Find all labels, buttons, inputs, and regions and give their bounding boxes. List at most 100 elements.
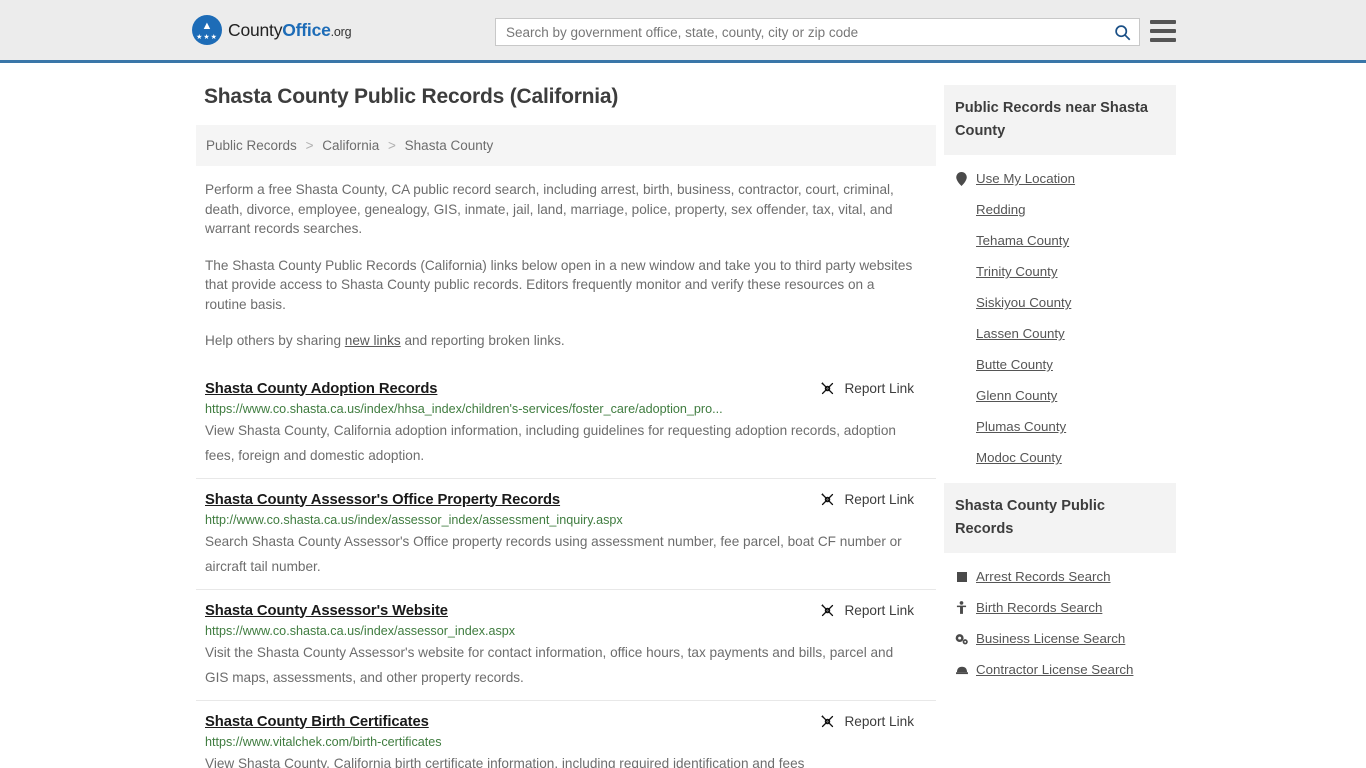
nearby-records-card: Public Records near Shasta County Use My… [944,85,1176,473]
breadcrumb-separator: > [388,138,396,153]
baby-icon [956,601,967,614]
records-link[interactable]: Arrest Records Search [976,569,1111,584]
nearby-link[interactable]: Modoc County [976,450,1062,465]
records-link[interactable]: Birth Records Search [976,600,1102,615]
nearby-link[interactable]: Use My Location [976,171,1075,186]
nearby-list-item: Glenn County [944,380,1176,411]
result-description: Visit the Shasta County Assessor's websi… [205,644,894,685]
nearby-list-item: Siskiyou County [944,287,1176,318]
nearby-list-item: Tehama County [944,225,1176,256]
county-records-heading: Shasta County Public Records [944,483,1176,553]
broken-link-icon [821,381,834,394]
brand-highlight: Office [282,19,331,40]
brand-prefix: County [228,19,283,40]
result-title-link[interactable]: Shasta County Birth Certificates [205,714,429,730]
nearby-list-item: Use My Location [944,163,1176,194]
result-title-link[interactable]: Shasta County Adoption Records [205,381,438,397]
broken-link-icon [821,603,834,616]
result-url: http://www.co.shasta.ca.us/index/assesso… [205,512,623,527]
records-list-item: Business License Search [944,623,1176,654]
broken-link-icon [821,714,834,727]
nearby-link[interactable]: Plumas County [976,419,1066,434]
result-header: Shasta County Adoption Records Report Lin… [205,381,936,397]
result-item: Shasta County Adoption Records Report Lin… [196,368,936,478]
broken-link-icon [821,492,834,505]
records-list-item: Birth Records Search [944,592,1176,623]
nearby-records-heading: Public Records near Shasta County [944,85,1176,155]
county-records-card: Shasta County Public Records Arrest Reco… [944,483,1176,685]
county-records-list: Arrest Records Search Birth Records Searc… [944,553,1176,685]
hamburger-menu-button[interactable] [1150,20,1176,42]
nearby-records-list: Use My Location Redding Tehama County Trini… [944,155,1176,473]
hard-hat-icon [955,666,968,675]
breadcrumb-item-public-records[interactable]: Public Records [206,138,297,153]
records-list-item: Contractor License Search [944,654,1176,685]
eagle-shield-logo-icon: ▲ ★★★ [192,15,222,45]
result-description: View Shasta County, California adoption … [205,422,896,463]
intro-paragraph-1: Perform a free Shasta County, CA public … [205,182,894,236]
result-header: Shasta County Assessor's Website Report L… [205,603,936,619]
sidebar: Public Records near Shasta County Use My… [944,85,1176,768]
breadcrumb-separator: > [305,138,314,153]
records-link[interactable]: Contractor License Search [976,662,1133,677]
hamburger-menu-icon [1150,20,1176,24]
result-header: Shasta County Birth Certificates Report L… [205,714,936,730]
intro-paragraph-2: The Shasta County Public Records (Califo… [205,257,913,312]
nearby-list-item: Modoc County [944,442,1176,473]
nearby-link[interactable]: Trinity County [976,264,1058,279]
result-description: Search Shasta County Assessor's Office p… [205,533,902,574]
nearby-list-item: Plumas County [944,411,1176,442]
square-icon [955,571,968,582]
result-item: Shasta County Assessor's Website Report L… [196,588,936,700]
map-pin-icon [955,171,968,186]
intro-paragraph-3: Help others by sharing new links and rep… [205,331,936,351]
result-url: https://www.co.shasta.ca.us/index/hhsa_i… [205,401,723,416]
nearby-link[interactable]: Butte County [976,357,1053,372]
nearby-link[interactable]: Redding [976,202,1026,217]
nearby-link[interactable]: Lassen County [976,326,1065,341]
brand-wordmark: CountyOffice.org [228,19,352,41]
report-link-label: Report Link [844,491,914,507]
help-text-before: Help others by sharing [205,333,345,348]
nearby-list-item: Lassen County [944,318,1176,349]
results-list: Shasta County Adoption Records Report Lin… [196,368,936,768]
site-header: ▲ ★★★ CountyOffice.org [0,0,1366,63]
report-link-button[interactable]: Report Link [820,381,914,396]
report-link-button[interactable]: Report Link [820,492,914,507]
main-column: Shasta County Public Records (California… [196,85,936,768]
report-link-label: Report Link [844,380,914,396]
result-description: View Shasta County, California birth cer… [205,755,805,768]
report-link-button[interactable]: Report Link [820,603,914,618]
map-pin-icon [956,171,967,186]
baby-icon [955,601,968,614]
result-url: https://www.co.shasta.ca.us/index/assess… [205,623,516,638]
brand-suffix: .org [330,24,352,39]
breadcrumb: Public Records > California > Shasta Cou… [196,125,936,166]
nearby-list-item: Butte County [944,349,1176,380]
breadcrumb-item-california[interactable]: California [322,138,379,153]
nearby-list-item: Redding [944,194,1176,225]
search-icon [1114,24,1130,40]
site-logo[interactable]: ▲ ★★★ CountyOffice.org [192,15,352,45]
search-bar[interactable] [495,18,1140,46]
nearby-link[interactable]: Siskiyou County [976,295,1071,310]
result-url: https://www.vitalchek.com/birth-certific… [205,734,442,749]
breadcrumb-item-shasta-county[interactable]: Shasta County [405,138,494,153]
hard-hat-icon [955,664,968,675]
nearby-link[interactable]: Glenn County [976,388,1057,403]
result-title-link[interactable]: Shasta County Assessor's Website [205,603,448,619]
gears-icon [955,633,968,644]
result-title-link[interactable]: Shasta County Assessor's Office Property… [205,492,560,508]
new-links-link[interactable]: new links [345,333,401,348]
report-link-button[interactable]: Report Link [820,714,914,729]
report-link-label: Report Link [844,713,914,729]
records-link[interactable]: Business License Search [976,631,1125,646]
help-text-after: and reporting broken links. [400,333,565,348]
result-item: Shasta County Birth Certificates Report L… [196,699,936,768]
square-icon [956,571,967,582]
nearby-link[interactable]: Tehama County [976,233,1069,248]
page-title: Shasta County Public Records (California… [204,85,619,108]
search-input[interactable] [496,24,1105,40]
search-button[interactable] [1105,19,1139,45]
gears-icon [955,633,968,645]
